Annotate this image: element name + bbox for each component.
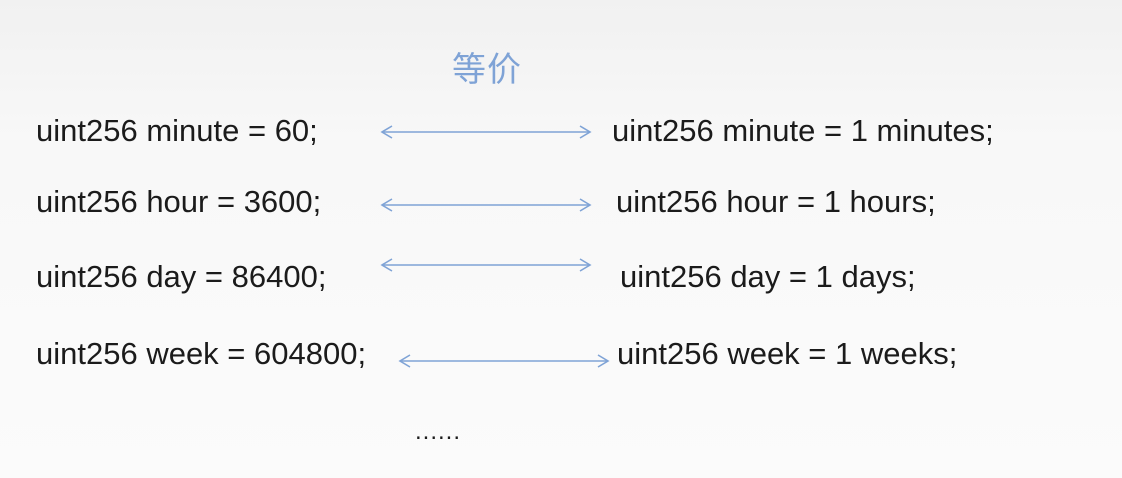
left-code-hour: uint256 hour = 3600;: [36, 184, 322, 219]
slide: 等价 uint256 minute = 60; uint256 minute =…: [0, 0, 1122, 478]
left-code-week: uint256 week = 604800;: [36, 336, 367, 371]
right-code-day: uint256 day = 1 days;: [620, 259, 916, 294]
left-code-day: uint256 day = 86400;: [36, 259, 327, 294]
continuation-ellipsis: ......: [415, 418, 462, 445]
left-code-minute: uint256 minute = 60;: [36, 113, 318, 148]
equivalence-arrow-icon: [398, 354, 610, 368]
equivalence-arrow-icon: [380, 125, 592, 139]
right-code-week: uint256 week = 1 weeks;: [617, 336, 958, 371]
slide-heading: 等价: [452, 50, 522, 90]
equivalence-arrow-icon: [380, 258, 592, 272]
right-code-minute: uint256 minute = 1 minutes;: [612, 113, 994, 148]
right-code-hour: uint256 hour = 1 hours;: [616, 184, 936, 219]
equivalence-arrow-icon: [380, 198, 592, 212]
